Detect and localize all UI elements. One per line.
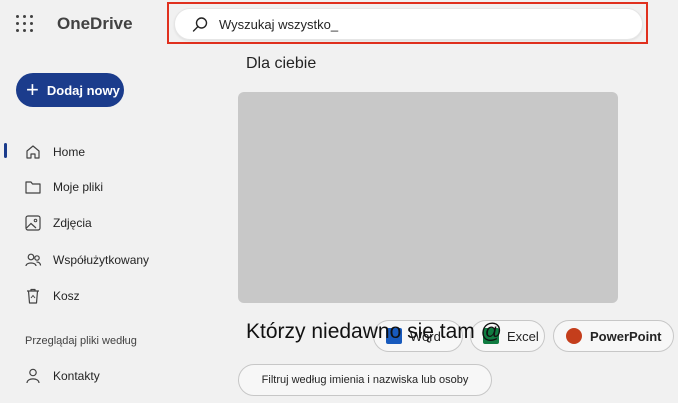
sidebar-item-photos[interactable]: Zdjęcia: [0, 208, 220, 238]
browse-files-section-label: Przeglądaj pliki według: [25, 335, 137, 347]
person-icon: [26, 368, 40, 384]
add-new-label: Dodaj nowy: [46, 82, 120, 98]
powerpoint-icon: [566, 328, 582, 344]
people-icon: [25, 253, 42, 267]
image-icon: [25, 215, 41, 231]
sidebar-item-label: Home: [53, 145, 86, 159]
sidebar-item-label: Kosz: [53, 289, 80, 303]
sidebar-item-home[interactable]: Home: [0, 137, 220, 167]
powerpoint-filter-chip[interactable]: PowerPoint: [553, 320, 674, 352]
search-input-value[interactable]: Wyszukaj wszystko: [219, 17, 338, 32]
plus-icon: +: [26, 77, 39, 102]
folder-icon: [25, 181, 41, 194]
sidebar-item-my-files[interactable]: Moje pliki: [0, 172, 220, 202]
for-you-heading: Dla ciebie: [246, 55, 317, 72]
recent-people-overlay-text: Którzy niedawno się tam @: [246, 320, 502, 343]
search-input[interactable]: Wyszukaj wszystko: [174, 8, 643, 40]
app-launcher-icon[interactable]: [16, 15, 33, 32]
sidebar-item-contacts[interactable]: Kontakty: [0, 361, 220, 391]
sidebar-item-label: Zdjęcia: [53, 216, 92, 230]
add-new-button[interactable]: + Dodaj nowy: [16, 73, 124, 107]
search-icon: [192, 17, 208, 32]
excel-chip-label: Excel: [507, 328, 539, 344]
recycle-bin-icon: [27, 288, 39, 304]
app-title[interactable]: OneDrive: [57, 14, 133, 34]
filter-by-name-label: Filtruj według imienia i nazwiska lub os…: [261, 374, 469, 386]
for-you-card[interactable]: [238, 92, 618, 303]
home-icon: [26, 145, 40, 159]
sidebar-item-shared[interactable]: Współużytkowany: [0, 245, 220, 275]
sidebar-item-label: Kontakty: [53, 369, 100, 383]
powerpoint-chip-label: PowerPoint: [590, 328, 662, 344]
sidebar-item-label: Moje pliki: [53, 180, 104, 194]
sidebar-item-label: Współużytkowany: [53, 253, 150, 267]
filter-by-name-input[interactable]: Filtruj według imienia i nazwiska lub os…: [238, 364, 492, 396]
sidebar-item-recycle-bin[interactable]: Kosz: [0, 281, 220, 311]
